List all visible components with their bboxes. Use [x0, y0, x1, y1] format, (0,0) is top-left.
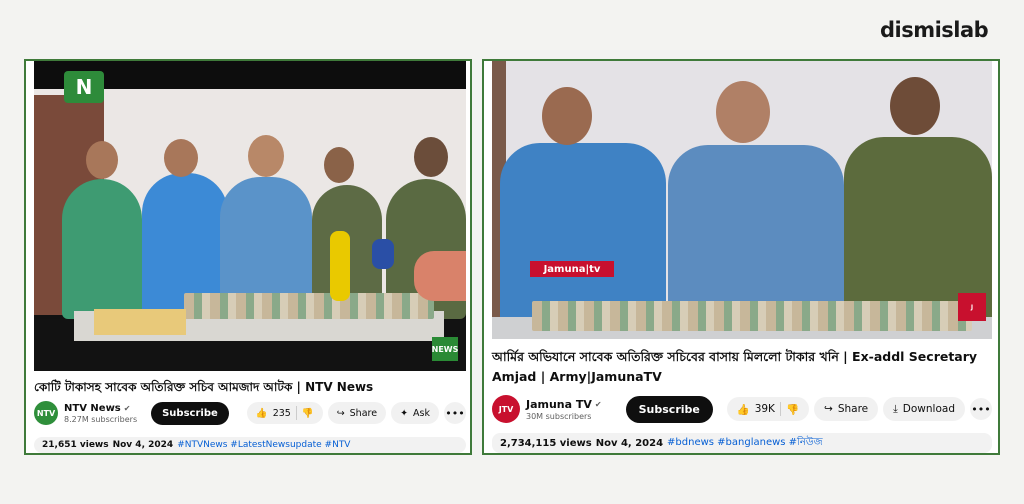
ntv-watermark-logo: N	[64, 71, 104, 103]
video-player[interactable]: Jamuna|tv J	[492, 61, 992, 339]
divider	[295, 406, 297, 420]
share-label: Share	[837, 403, 869, 415]
view-count: 21,651 views	[42, 440, 109, 450]
jamuna-video-panel: Jamuna|tv J আর্মির অভিযানে সাবেক অতিরিক্…	[482, 59, 1000, 455]
description-box[interactable]: 21,651 views Nov 4, 2024 #NTVNews #Lates…	[34, 437, 466, 453]
more-options-button[interactable]: •••	[970, 398, 992, 420]
ntv-news-corner-logo: NEWS	[432, 337, 458, 361]
share-icon: ↪	[336, 407, 345, 419]
channel-name-row[interactable]: NTV News ✔	[64, 403, 137, 414]
ask-button[interactable]: ✦ Ask	[391, 402, 439, 424]
channel-row: JTV Jamuna TV ✔ 30M subscribers Subscrib…	[492, 395, 992, 423]
channel-info: NTV News ✔ 8.27M subscribers	[64, 403, 137, 424]
share-label: Share	[349, 407, 378, 419]
divider	[779, 402, 781, 416]
subscriber-count: 30M subscribers	[526, 411, 592, 421]
like-icon[interactable]: 👍	[737, 403, 750, 416]
action-bar: 👍 235 👎 ↪ Share ✦ Ask •••	[246, 402, 466, 424]
video-title[interactable]: আর্মির অভিযানে সাবেক অতিরিক্ত সচিবের বাস…	[492, 347, 992, 387]
video-player[interactable]: N NEWS	[34, 61, 466, 371]
channel-name[interactable]: NTV News	[64, 403, 121, 414]
verified-icon: ✔	[594, 399, 602, 409]
dismislab-logo: dismislab	[880, 18, 989, 42]
upload-date: Nov 4, 2024	[112, 440, 174, 450]
action-bar: 👍 39K 👎 ↪ Share ⤓ Download •••	[726, 397, 992, 421]
ask-label: Ask	[413, 407, 430, 419]
video-frame	[34, 61, 466, 371]
subscribe-button[interactable]: Subscribe	[151, 401, 229, 425]
download-label: Download	[902, 403, 955, 415]
dislike-icon[interactable]: 👎	[302, 408, 314, 419]
subscriber-count: 8.27M subscribers	[64, 414, 138, 424]
video-title[interactable]: কোটি টাকাসহ সাবেক অতিরিক্ত সচিব আমজাদ আট…	[34, 379, 466, 399]
jamuna-corner-logo: J	[958, 293, 986, 321]
dislike-icon[interactable]: 👎	[786, 403, 799, 416]
channel-avatar[interactable]: NTV	[34, 401, 58, 425]
like-count: 39K	[754, 403, 775, 415]
subscribe-button[interactable]: Subscribe	[625, 395, 713, 423]
jamuna-tv-banner: Jamuna|tv	[530, 261, 614, 277]
channel-name-row[interactable]: Jamuna TV ✔	[526, 398, 602, 411]
like-dislike-button[interactable]: 👍 39K 👎	[726, 397, 810, 421]
video-frame	[492, 61, 992, 339]
download-button[interactable]: ⤓ Download	[883, 397, 965, 421]
channel-avatar[interactable]: JTV	[492, 395, 520, 423]
description-box[interactable]: 2,734,115 views Nov 4, 2024 #bdnews #ban…	[492, 433, 992, 453]
channel-name[interactable]: Jamuna TV	[526, 398, 592, 411]
share-button[interactable]: ↪ Share	[327, 402, 387, 424]
view-count: 2,734,115 views	[500, 437, 592, 449]
like-icon[interactable]: 👍	[256, 408, 268, 419]
more-options-button[interactable]: •••	[444, 402, 466, 424]
like-dislike-button[interactable]: 👍 235 👎	[246, 402, 323, 424]
download-icon: ⤓	[893, 402, 898, 415]
ask-icon: ✦	[400, 407, 409, 419]
hashtags[interactable]: #NTVNews #LatestNewsupdate #NTV	[177, 440, 350, 450]
hashtags[interactable]: #bdnews #banglanews #নিউজ	[667, 435, 823, 452]
channel-row: NTV NTV News ✔ 8.27M subscribers Subscri…	[34, 401, 466, 425]
upload-date: Nov 4, 2024	[595, 437, 664, 449]
ntv-video-panel: N NEWS কোটি টাকাসহ সাবেক অতিরিক্ত সচিব আ…	[24, 59, 472, 455]
verified-icon: ✔	[123, 403, 131, 413]
channel-info: Jamuna TV ✔ 30M subscribers	[526, 398, 602, 421]
like-count: 235	[272, 407, 291, 419]
share-button[interactable]: ↪ Share	[814, 397, 879, 421]
share-icon: ↪	[824, 403, 833, 415]
